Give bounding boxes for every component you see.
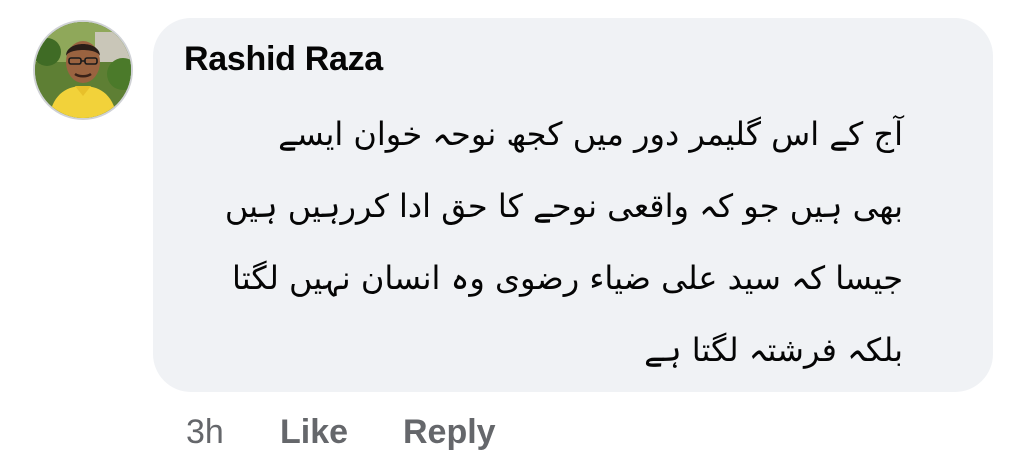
comment-actions: 3h Like Reply — [0, 410, 1024, 454]
avatar[interactable] — [33, 20, 133, 120]
comment-bubble: Rashid Raza آج کے اس گلیمر دور میں کجھ ن… — [153, 18, 993, 392]
comment-timestamp[interactable]: 3h — [186, 410, 224, 454]
comment-author-name[interactable]: Rashid Raza — [184, 40, 383, 79]
comment-text: آج کے اس گلیمر دور میں کجھ نوحہ خوان ایس… — [183, 98, 903, 386]
comment-text-line: جیسا کہ سید علی ضیاء رضوی وہ انسان نہیں … — [231, 259, 903, 297]
comment-text-line: بھی ہیں جو کہ واقعی نوحے کا حق ادا کررہی… — [224, 187, 903, 225]
avatar-photo — [35, 22, 131, 118]
comment-text-line: آج کے اس گلیمر دور میں کجھ نوحہ خوان ایس… — [278, 115, 903, 153]
reply-button[interactable]: Reply — [403, 410, 496, 454]
like-button[interactable]: Like — [280, 410, 348, 454]
comment-text-line: بلکہ فرشتہ لگتا ہے — [644, 331, 903, 369]
